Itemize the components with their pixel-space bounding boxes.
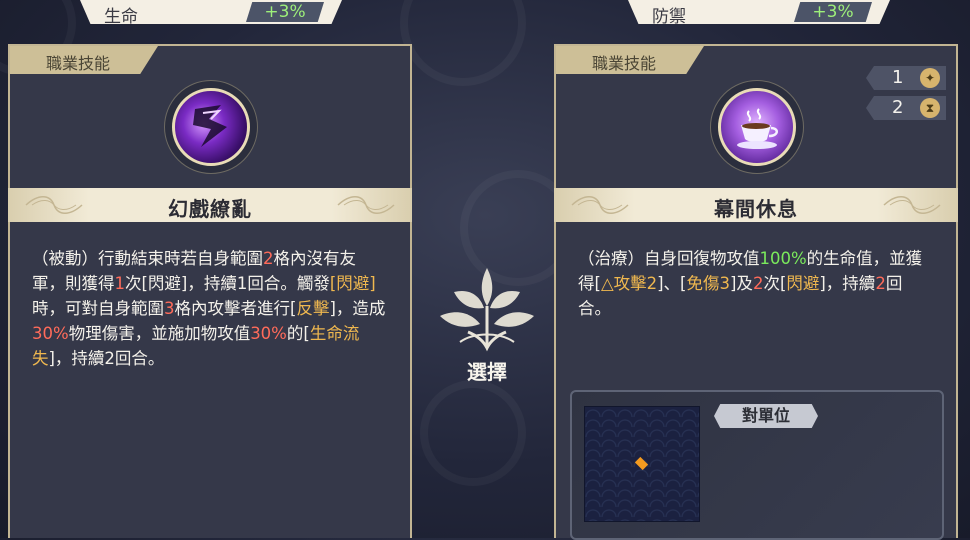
highlight-text: 2 — [752, 274, 764, 293]
description-text: 時，可對自身範圍 — [32, 299, 164, 318]
stat-value: +3% — [794, 2, 872, 22]
highlight-text: △攻擊2 — [600, 274, 658, 293]
right-stat-bar: 防禦 +3% — [628, 0, 890, 24]
range-target-tile — [634, 456, 649, 471]
left-stat-bar: 生命 +3% — [80, 0, 342, 24]
skill-cooldown-counter: 2 ⧗ — [866, 96, 946, 120]
stat-label: 生命 — [104, 7, 138, 27]
select-button[interactable]: 選擇 — [462, 356, 512, 385]
stat-value: +3% — [246, 2, 324, 22]
highlight-text: 30% — [250, 324, 287, 343]
description-text: （被動）行動結束時若自身範圍 — [32, 249, 263, 268]
background-ring — [420, 380, 526, 486]
description-text: （治療）自身回復物攻值 — [578, 249, 760, 268]
counter-value: 2 — [892, 97, 904, 118]
description-text: 次[閃避]，持續1回合。觸發 — [125, 274, 330, 293]
description-text: ]、[ — [657, 274, 687, 293]
highlight-text: 2 — [875, 274, 886, 293]
description-text: ]，造成 — [329, 299, 386, 318]
skill-type-label: 職業技能 — [592, 54, 657, 73]
highlight-text: 2 — [263, 249, 274, 268]
skill-range-panel: 對單位 — [570, 390, 944, 540]
counter-value: 1 — [892, 67, 904, 88]
left-skill-card[interactable]: 職業技能 幻戲繚亂 （被動）行動結束時若自身範圍2格內沒有友軍，則獲得1次[閃避… — [8, 44, 412, 538]
description-text: 次[ — [763, 274, 787, 293]
highlight-text: 反擊 — [296, 299, 330, 318]
skill-description: （被動）行動結束時若自身範圍2格內沒有友軍，則獲得1次[閃避]，持續1回合。觸發… — [32, 246, 388, 371]
stat-label: 防禦 — [652, 7, 686, 27]
target-type-tag: 對單位 — [714, 404, 818, 428]
highlight-text: 100% — [759, 249, 807, 268]
shadow-slash-skill-icon — [172, 88, 250, 166]
background-ring — [400, 0, 526, 86]
highlight-text: 3 — [164, 299, 175, 318]
hourglass-icon: ⧗ — [920, 98, 940, 118]
skill-name: 幻戲繚亂 — [168, 197, 252, 221]
highlight-text: 免傷3 — [686, 274, 731, 293]
skill-icon-frame — [164, 80, 258, 174]
skill-icon-frame — [710, 80, 804, 174]
skill-type-tag: 職業技能 — [556, 46, 704, 74]
description-text: ]，持續2回合。 — [48, 349, 165, 368]
star-icon: ✦ — [920, 68, 940, 88]
skill-use-counter: 1 ✦ — [866, 66, 946, 90]
highlight-text: [閃避] — [329, 274, 376, 293]
teacup-skill-icon — [718, 88, 796, 166]
description-text: 格內攻擊者進行[ — [174, 299, 297, 318]
skill-description: （治療）自身回復物攻值100%的生命值，並獲得[△攻擊2]、[免傷3]及2次[閃… — [578, 246, 934, 321]
description-text: ]，持續 — [819, 274, 876, 293]
description-text: 的[ — [286, 324, 310, 343]
skill-type-label: 職業技能 — [46, 54, 111, 73]
highlight-text: 1 — [114, 274, 126, 293]
right-skill-card[interactable]: 職業技能 1 ✦ 2 ⧗ 幕間休息 （治療）自身回復物攻值100%的生命值，並獲… — [554, 44, 958, 540]
tree-emblem-icon[interactable] — [428, 262, 546, 356]
skill-type-tag: 職業技能 — [10, 46, 158, 74]
highlight-text: 30% — [32, 324, 69, 343]
description-text: 物理傷害，並施加物攻值 — [68, 324, 251, 343]
highlight-text: 閃避 — [786, 274, 820, 293]
range-grid — [584, 406, 700, 522]
skill-name: 幕間休息 — [714, 197, 798, 221]
description-text: ]及 — [730, 274, 753, 293]
